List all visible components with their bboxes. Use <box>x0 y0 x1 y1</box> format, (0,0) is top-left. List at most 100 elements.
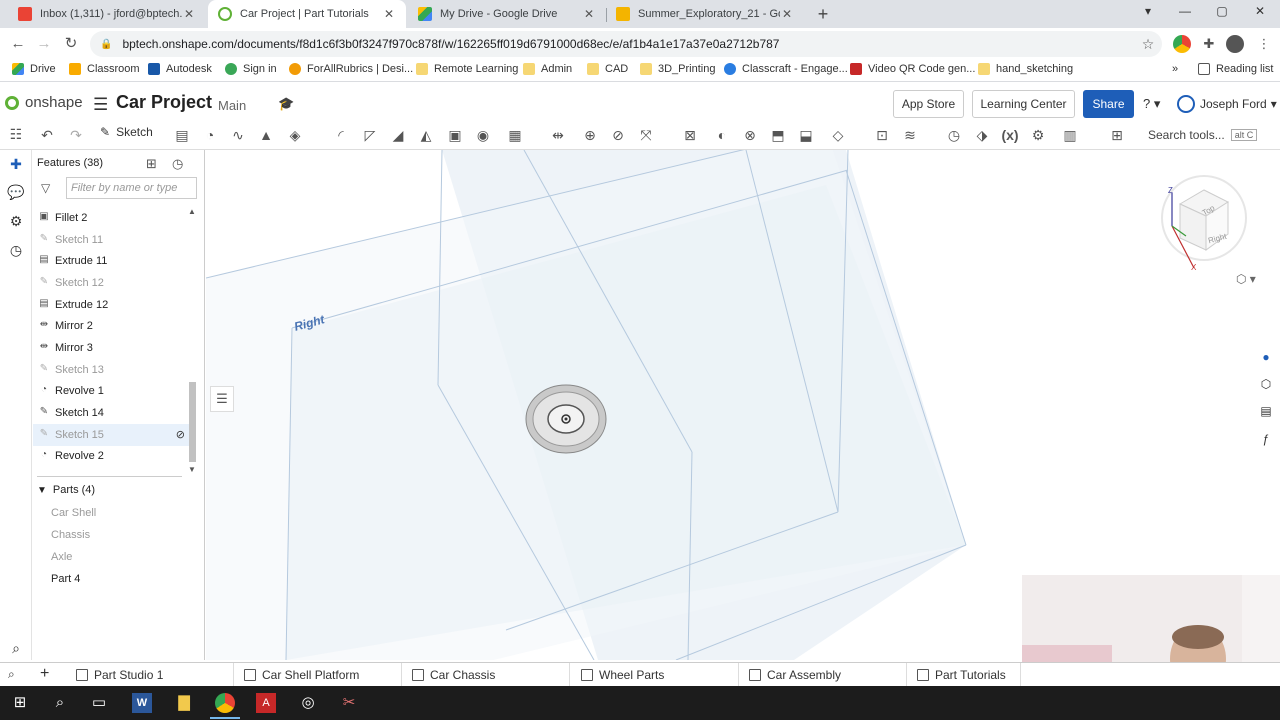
draft-icon[interactable]: ◢ <box>389 126 407 144</box>
rollback-icon[interactable]: ◷ <box>172 156 183 172</box>
history-icon[interactable]: ◷ <box>7 242 25 260</box>
feature-item[interactable]: ◔ Revolve 2 <box>33 446 191 468</box>
bookmark-admin[interactable]: Admin <box>523 63 572 75</box>
chrome-icon[interactable] <box>215 693 235 713</box>
comment-icon[interactable]: 💬 <box>7 184 25 202</box>
part-item[interactable]: Chassis <box>51 524 96 546</box>
measure-icon[interactable]: ◷ <box>945 126 963 144</box>
share-button[interactable]: Share <box>1083 90 1134 118</box>
section-icon[interactable]: ⬗ <box>973 126 991 144</box>
boolean-icon[interactable]: ⊕ <box>581 126 599 144</box>
part-item[interactable]: Part 4 <box>51 568 96 590</box>
feature-filter-input[interactable]: Filter by name or type <box>66 177 197 199</box>
bookmark-hand-sketching[interactable]: hand_sketching <box>978 63 1073 75</box>
rib-icon[interactable]: ◭ <box>417 126 435 144</box>
insert-icon[interactable]: ✚ <box>7 156 25 174</box>
reload-icon[interactable]: ↻ <box>61 34 81 54</box>
hide-eye-icon[interactable]: ⊘ <box>176 428 185 441</box>
appearance-icon[interactable]: ● <box>1258 350 1274 366</box>
transform-icon[interactable]: ⤧ <box>637 126 655 144</box>
profile-avatar[interactable] <box>1226 35 1244 53</box>
hole-icon[interactable]: ◉ <box>474 126 492 144</box>
bookmark-video-qr[interactable]: Video QR Code gen... <box>850 63 975 75</box>
feature-list-icon[interactable]: ☷ <box>7 125 25 143</box>
task-view-icon[interactable]: ▭ <box>89 693 109 713</box>
file-explorer-icon[interactable]: ▇ <box>174 693 194 713</box>
menu-icon[interactable]: ⋮ <box>1254 34 1274 54</box>
tab-car-chassis[interactable]: Car Chassis <box>406 663 570 687</box>
move-face-icon[interactable]: ⬒ <box>769 126 787 144</box>
bookmark-signin[interactable]: Sign in <box>225 63 277 75</box>
extrude-icon[interactable]: ▤ <box>173 126 191 144</box>
fillet-icon[interactable]: ◜ <box>332 126 350 144</box>
close-window-button[interactable]: ✕ <box>1250 4 1270 18</box>
tab-gmail[interactable]: Inbox (1,311) - jford@bptech.org ✕ <box>8 0 206 28</box>
modify-fillet-icon[interactable]: ◐ <box>713 126 731 144</box>
add-tab-icon[interactable]: + <box>40 665 49 683</box>
more-bookmarks-icon[interactable]: » <box>1172 63 1178 75</box>
minimize-button[interactable]: — <box>1175 4 1195 18</box>
search-icon[interactable]: ⌕ <box>50 693 70 713</box>
helix-icon[interactable]: ≋ <box>901 126 919 144</box>
wheel-part[interactable] <box>525 384 607 454</box>
delete-face-icon[interactable]: ⊗ <box>741 126 759 144</box>
split-icon[interactable]: ⊘ <box>609 126 627 144</box>
search-tools-field[interactable]: Search tools... alt C <box>1142 124 1262 146</box>
graduation-cap-icon[interactable]: 🎓 <box>278 96 294 112</box>
mate-connector-icon[interactable]: ⊡ <box>873 126 891 144</box>
maximize-button[interactable]: ▢ <box>1212 4 1232 18</box>
feature-item[interactable]: ▤ Extrude 11 <box>33 250 191 272</box>
camera-app-icon[interactable]: ◎ <box>298 693 318 713</box>
bookmark-drive[interactable]: Drive <box>12 63 56 75</box>
tab-slides[interactable]: Summer_Exploratory_21 - Google ✕ <box>606 0 804 28</box>
parts-section-header[interactable]: ▼ Parts (4) <box>37 484 95 496</box>
bookmark-cad[interactable]: CAD <box>587 63 628 75</box>
view-options-icon[interactable]: ⬡ ▾ <box>1236 272 1256 286</box>
tab-onshape[interactable]: Car Project | Part Tutorials ✕ <box>208 0 406 28</box>
scroll-thumb[interactable] <box>189 382 196 462</box>
star-icon[interactable]: ☆ <box>1138 34 1158 54</box>
add-custom-feature-icon[interactable]: ⊞ <box>1108 126 1126 144</box>
learning-center-button[interactable]: Learning Center <box>972 90 1075 118</box>
variables-panel-icon[interactable]: ƒ <box>1258 432 1274 448</box>
sketch-button[interactable]: ✎ Sketch <box>100 125 153 139</box>
user-menu[interactable]: Joseph Ford ▾ <box>1177 95 1277 113</box>
parts-panel-icon[interactable]: ⬡ <box>1258 377 1274 393</box>
pattern-icon[interactable]: ▦ <box>506 126 524 144</box>
url-input[interactable]: 🔒 bptech.onshape.com/documents/f8d1c6f3b… <box>90 31 1162 57</box>
shell-icon[interactable]: ▣ <box>446 126 464 144</box>
hamburger-menu-icon[interactable]: ☰ <box>93 95 108 115</box>
plane-icon[interactable]: ◇ <box>829 126 847 144</box>
help-icon[interactable]: ? ▾ <box>1143 96 1160 112</box>
feature-item[interactable]: ⇹ Mirror 3 <box>33 337 191 359</box>
delete-part-icon[interactable]: ⊠ <box>681 126 699 144</box>
variable-icon[interactable]: (x) <box>1001 126 1019 144</box>
parts-icon[interactable]: ⚙ <box>7 213 25 231</box>
tab-car-shell-platform[interactable]: Car Shell Platform <box>238 663 402 687</box>
chamfer-icon[interactable]: ◸ <box>361 126 379 144</box>
revolve-icon[interactable]: ◔ <box>201 126 219 144</box>
bookmark-remote-learning[interactable]: Remote Learning <box>416 63 518 75</box>
properties-icon[interactable]: ▤ <box>1258 404 1274 420</box>
tab-wheel-parts[interactable]: Wheel Parts <box>575 663 739 687</box>
puzzle-icon[interactable]: ✚ <box>1199 34 1219 54</box>
feature-item[interactable]: ▤ Extrude 12 <box>33 294 191 316</box>
feature-item[interactable]: ✎ Sketch 13 <box>33 359 191 381</box>
mirror-icon[interactable]: ⇹ <box>549 126 567 144</box>
feature-item[interactable]: ✎ Sketch 15 ⊘ <box>33 423 191 446</box>
bookmark-classcraft[interactable]: Classcraft - Engage... <box>724 63 848 75</box>
app-store-button[interactable]: App Store <box>893 90 964 118</box>
acrobat-icon[interactable]: A <box>256 693 276 713</box>
replace-face-icon[interactable]: ⬓ <box>797 126 815 144</box>
tab-part-studio-1[interactable]: Part Studio 1 <box>70 663 234 687</box>
add-folder-icon[interactable]: ⊞ <box>146 156 157 172</box>
bookmark-classroom[interactable]: Classroom <box>69 63 140 75</box>
feature-list-scrollbar[interactable]: ▲ ▼ <box>188 207 196 474</box>
sweep-icon[interactable]: ∿ <box>229 126 247 144</box>
windows-start-icon[interactable]: ⊞ <box>10 693 30 713</box>
feature-item[interactable]: ▣ Fillet 2 <box>33 207 191 229</box>
branch-name[interactable]: Main <box>218 98 246 113</box>
filter-icon[interactable]: ▽ <box>41 181 50 195</box>
bookmark-autodesk[interactable]: Autodesk <box>148 63 212 75</box>
feature-item[interactable]: ✎ Sketch 11 <box>33 229 191 251</box>
